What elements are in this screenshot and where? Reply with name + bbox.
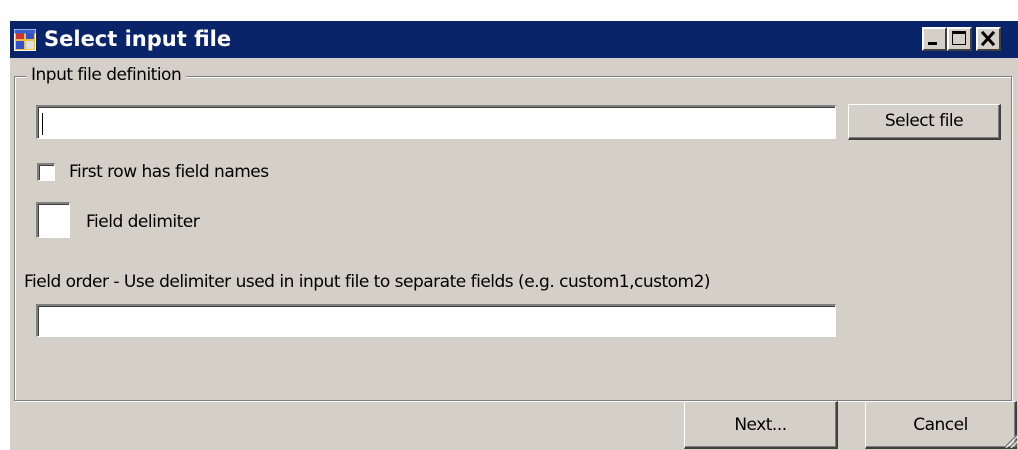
next-button[interactable]: Next... bbox=[684, 401, 838, 449]
select-file-label: Select file bbox=[884, 111, 964, 131]
file-path-input[interactable] bbox=[36, 105, 836, 139]
close-button[interactable] bbox=[976, 27, 1001, 51]
field-order-input[interactable] bbox=[36, 304, 836, 337]
app-window-icon bbox=[14, 29, 36, 51]
text-caret bbox=[42, 113, 43, 135]
next-label: Next... bbox=[734, 415, 787, 435]
cancel-label: Cancel bbox=[913, 415, 968, 435]
close-icon bbox=[980, 30, 996, 47]
maximize-button[interactable] bbox=[947, 27, 972, 51]
select-file-button[interactable]: Select file bbox=[848, 104, 1001, 140]
field-delimiter-input[interactable] bbox=[36, 202, 70, 238]
field-order-label: Field order - Use delimiter used in inpu… bbox=[24, 272, 711, 292]
minimize-button[interactable] bbox=[922, 27, 947, 51]
resize-grip-icon[interactable] bbox=[1002, 431, 1018, 449]
select-input-file-dialog: Select input file Input file definition … bbox=[8, 20, 1018, 450]
title-bar[interactable]: Select input file bbox=[10, 21, 1018, 58]
minimize-icon bbox=[928, 42, 937, 45]
first-row-label[interactable]: First row has field names bbox=[69, 161, 269, 183]
maximize-icon bbox=[952, 31, 966, 45]
field-delimiter-label: Field delimiter bbox=[86, 212, 200, 232]
group-legend: Input file definition bbox=[26, 64, 187, 86]
cancel-button[interactable]: Cancel bbox=[865, 401, 1017, 449]
window-title: Select input file bbox=[44, 27, 232, 51]
first-row-checkbox[interactable] bbox=[37, 163, 55, 181]
